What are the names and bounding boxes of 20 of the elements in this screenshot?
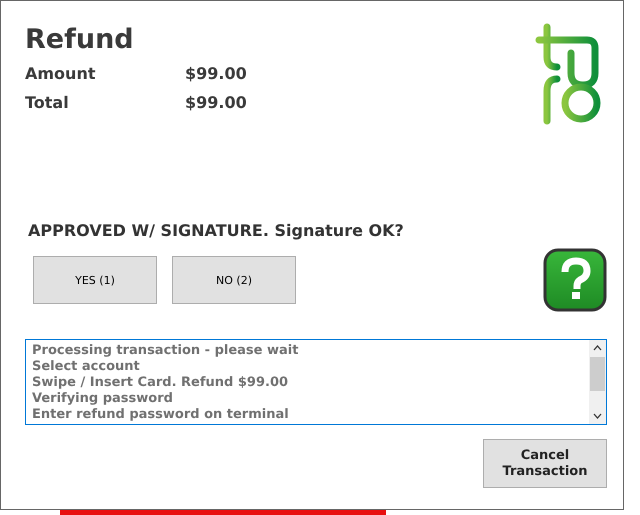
summary-value: $99.00 [185,64,247,83]
choice-button[interactable]: YES (1) [33,256,157,304]
scrollbar-thumb[interactable] [590,357,605,391]
cancel-button[interactable]: Cancel Transaction [483,439,607,488]
scroll-up-icon[interactable] [593,345,602,351]
dialog-title: Refund [25,23,135,57]
log-line: Enter refund password on terminal [32,407,290,423]
scroll-down-icon[interactable] [593,413,602,419]
log-line: Processing transaction - please wait [32,343,300,359]
choice-button[interactable]: NO (2) [172,256,296,304]
log-line: Swipe / Insert Card. Refund $99.00 [32,375,290,391]
scrollbar[interactable] [589,340,606,424]
log-line: Select account [32,359,141,375]
help-icon [543,248,607,312]
log-box[interactable]: Processing transaction - please wait Select account Swipe / Insert Card. Refund $99.00 Verifying password Enter refund password on terminal [25,339,607,425]
prompt-text: APPROVED W/ SIGNATURE. Signature OK? [28,221,405,240]
log-line: Verifying password [32,391,174,407]
summary-label: Total [25,93,70,112]
summary-label: Amount [25,64,96,83]
summary-value: $99.00 [185,93,247,112]
